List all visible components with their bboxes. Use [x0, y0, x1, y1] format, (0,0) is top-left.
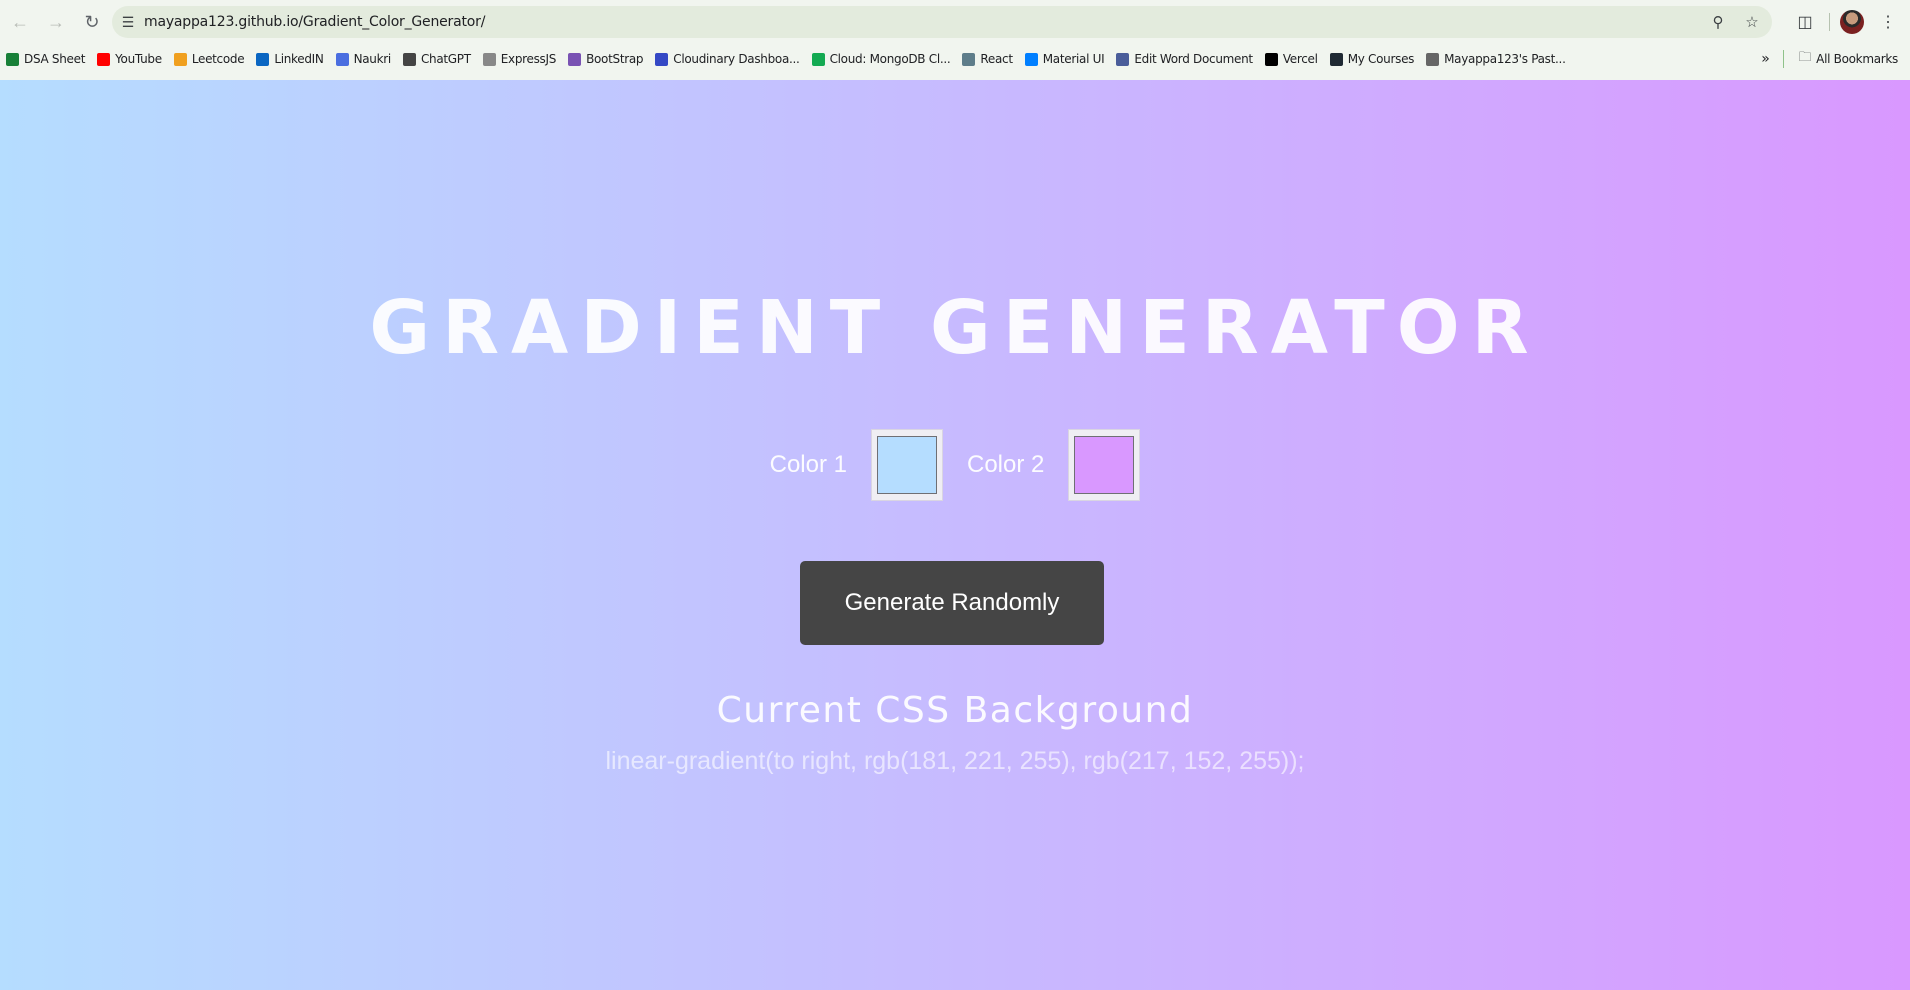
linkedin-icon: [256, 52, 270, 66]
color1-picker[interactable]: [871, 429, 943, 501]
bookmark-item[interactable]: ExpressJS: [477, 48, 562, 70]
page-title: GRADIENT GENERATOR: [369, 285, 1541, 371]
bookmark-label: Material UI: [1042, 52, 1105, 66]
bookmark-item[interactable]: ChatGPT: [397, 48, 477, 70]
color2-label: Color 2: [967, 451, 1045, 478]
address-bar[interactable]: ☰ mayappa123.github.io/Gradient_Color_Ge…: [112, 6, 1772, 38]
url-text[interactable]: mayappa123.github.io/Gradient_Color_Gene…: [144, 14, 485, 30]
word-icon: [1116, 52, 1130, 66]
courses-icon: [1329, 52, 1343, 66]
bookmark-label: Naukri: [353, 52, 392, 66]
color1-label: Color 1: [769, 451, 847, 478]
site-settings-icon[interactable]: ☰: [112, 6, 144, 38]
bookmark-item[interactable]: BootStrap: [562, 48, 649, 70]
bootstrap-icon: [568, 52, 582, 66]
past-icon: [1426, 52, 1440, 66]
css-heading: Current CSS Background: [716, 690, 1194, 731]
bookmark-item[interactable]: Cloudinary Dashboa...: [649, 48, 805, 70]
youtube-icon: [97, 52, 111, 66]
mui-icon: [1024, 52, 1038, 66]
css-value: linear-gradient(to right, rgb(181, 221, …: [605, 747, 1305, 775]
bookmark-item[interactable]: Edit Word Document: [1110, 48, 1258, 70]
color2-swatch[interactable]: [1074, 436, 1135, 494]
bookmark-label: ChatGPT: [420, 52, 471, 66]
bookmark-label: Vercel: [1282, 52, 1318, 66]
all-bookmarks-button[interactable]: 🗀 All Bookmarks: [1792, 48, 1904, 70]
bookmark-item[interactable]: Vercel: [1259, 48, 1324, 70]
bookmark-label: YouTube: [115, 52, 162, 66]
generate-randomly-button[interactable]: Generate Randomly: [800, 561, 1104, 645]
react-icon: [962, 52, 976, 66]
vercel-icon: [1264, 52, 1278, 66]
forward-icon[interactable]: →: [38, 4, 74, 40]
sheets-icon: [6, 52, 19, 66]
bookmark-label: LinkedIN: [274, 52, 324, 66]
toolbar-divider: [1829, 13, 1830, 31]
color1-swatch[interactable]: [877, 436, 937, 494]
profile-avatar[interactable]: [1840, 10, 1864, 34]
bookmark-item[interactable]: Mayappa123's Past...: [1420, 48, 1571, 70]
chatgpt-icon: [402, 52, 416, 66]
reload-icon[interactable]: ↻: [74, 4, 110, 40]
bookmarks-bar: DSA Sheet YouTube Leetcode LinkedIN Naukri Ch…: [0, 48, 1910, 70]
bookmark-label: BootStrap: [586, 52, 644, 66]
naukri-icon: [335, 52, 349, 66]
mongodb-icon: [811, 52, 825, 66]
more-bookmarks-icon[interactable]: »: [1755, 48, 1775, 70]
bookmark-item[interactable]: LinkedIN: [250, 48, 329, 70]
color2-picker[interactable]: [1068, 429, 1141, 501]
leetcode-icon: [173, 52, 187, 66]
menu-icon[interactable]: ⋮: [1874, 8, 1902, 36]
bookmarks-divider: [1783, 50, 1785, 68]
bookmark-item[interactable]: React: [956, 48, 1018, 70]
bookmark-item[interactable]: Material UI: [1019, 48, 1111, 70]
express-icon: [482, 52, 496, 66]
bookmark-label: Mayappa123's Past...: [1444, 52, 1566, 66]
cloudinary-icon: [655, 52, 669, 66]
bookmark-label: ExpressJS: [500, 52, 557, 66]
bookmark-label: Edit Word Document: [1134, 52, 1253, 66]
all-bookmarks-label: All Bookmarks: [1816, 52, 1898, 66]
bookmark-label: DSA Sheet: [24, 52, 86, 66]
color-pickers: Color 1 Color 2: [0, 429, 1910, 501]
bookmark-item[interactable]: Leetcode: [168, 48, 251, 70]
gradient-page: GRADIENT GENERATOR Color 1 Color 2 Gener…: [0, 80, 1910, 990]
bookmark-item[interactable]: My Courses: [1324, 48, 1420, 70]
bookmark-label: Cloud: MongoDB Cl...: [829, 52, 951, 66]
bookmark-label: My Courses: [1347, 52, 1415, 66]
zoom-icon[interactable]: ⚲: [1706, 10, 1730, 34]
bookmark-label: Leetcode: [191, 52, 245, 66]
bookmark-label: React: [980, 52, 1013, 66]
extensions-icon[interactable]: ◫: [1791, 8, 1819, 36]
browser-chrome: ← → ↻ ☰ mayappa123.github.io/Gradient_Co…: [0, 0, 1910, 80]
bookmark-item[interactable]: YouTube: [91, 48, 168, 70]
bookmark-item[interactable]: DSA Sheet: [0, 48, 91, 70]
back-icon[interactable]: ←: [2, 4, 38, 40]
bookmark-label: Cloudinary Dashboa...: [673, 52, 800, 66]
folder-icon: 🗀: [1798, 50, 1812, 65]
bookmark-star-icon[interactable]: ☆: [1740, 10, 1764, 34]
bookmark-item[interactable]: Cloud: MongoDB Cl...: [806, 48, 957, 70]
bookmark-item[interactable]: Naukri: [330, 48, 397, 70]
browser-toolbar: ← → ↻ ☰ mayappa123.github.io/Gradient_Co…: [0, 0, 1910, 44]
